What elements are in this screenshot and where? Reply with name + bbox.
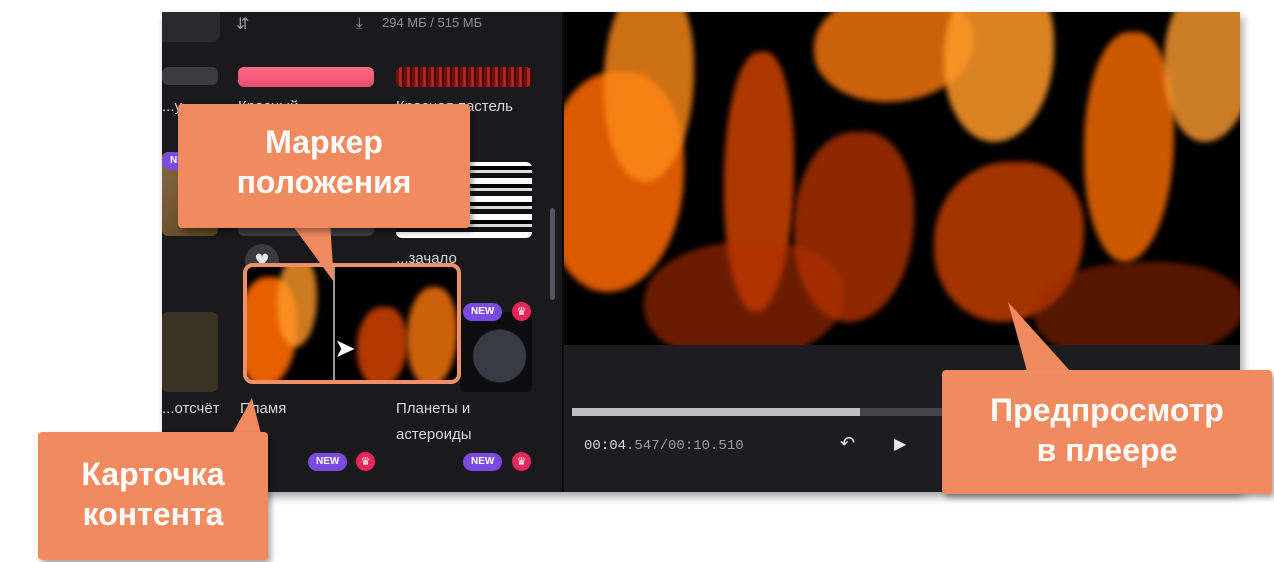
callout-content-card: Карточка контента	[38, 432, 268, 560]
callout-text: в плеере	[1036, 432, 1178, 468]
callout-text: положения	[236, 164, 412, 200]
callout-player-preview: Предпросмотр в плеере	[942, 370, 1272, 494]
marker-pointer	[290, 222, 334, 282]
callout-text: Предпросмотр	[990, 392, 1224, 428]
callout-text: Маркер	[265, 124, 383, 160]
callout-position-marker: Маркер положения	[178, 104, 470, 228]
callout-text: контента	[82, 496, 224, 532]
callout-text: Карточка	[81, 456, 225, 492]
